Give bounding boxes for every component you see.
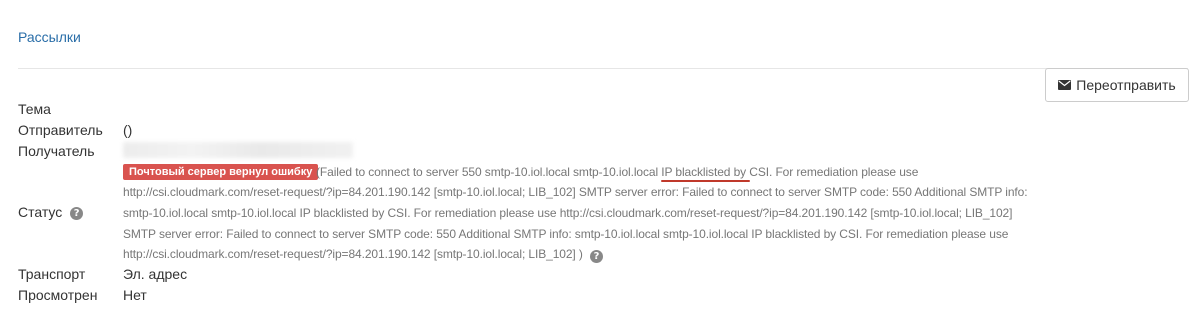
- breadcrumb-link-mailings[interactable]: Рассылки: [18, 29, 81, 45]
- transport-label: Транспорт: [18, 266, 86, 282]
- viewed-label: Просмотрен: [18, 287, 98, 303]
- annotation-underline: [661, 180, 750, 182]
- status-label: Статус ?: [18, 204, 84, 220]
- recipient-label: Получатель: [18, 143, 95, 159]
- envelope-icon: [1058, 80, 1072, 90]
- error-help-icon[interactable]: ?: [590, 250, 604, 263]
- error-line-3: smtp-10.iol.local smtp-10.iol.local IP b…: [123, 206, 1013, 220]
- subject-label: Тема: [18, 101, 51, 117]
- status-badge: Почтовый сервер вернул ошибку: [123, 164, 319, 180]
- resend-button-label: Переотправить: [1076, 77, 1176, 93]
- status-help-icon[interactable]: ?: [70, 206, 84, 220]
- sender-label: Отправитель: [18, 122, 103, 138]
- recipient-value-redacted: [123, 142, 353, 158]
- resend-button[interactable]: Переотправить: [1045, 68, 1189, 102]
- header-divider: [18, 68, 1188, 69]
- sender-value: (): [123, 122, 133, 138]
- error-line-5-text: http://csi.cloudmark.com/reset-request/?…: [123, 247, 583, 261]
- error-line-2: http://csi.cloudmark.com/reset-request/?…: [123, 185, 1028, 199]
- status-label-text: Статус: [18, 204, 63, 220]
- error-line-5: http://csi.cloudmark.com/reset-request/?…: [123, 247, 604, 263]
- viewed-value: Нет: [123, 287, 147, 303]
- error-line-1: (Failed to connect to server 550 smtp-10…: [316, 165, 919, 179]
- transport-value: Эл. адрес: [123, 266, 188, 282]
- error-line-4: SMTP server error: Failed to connect to …: [123, 227, 1009, 241]
